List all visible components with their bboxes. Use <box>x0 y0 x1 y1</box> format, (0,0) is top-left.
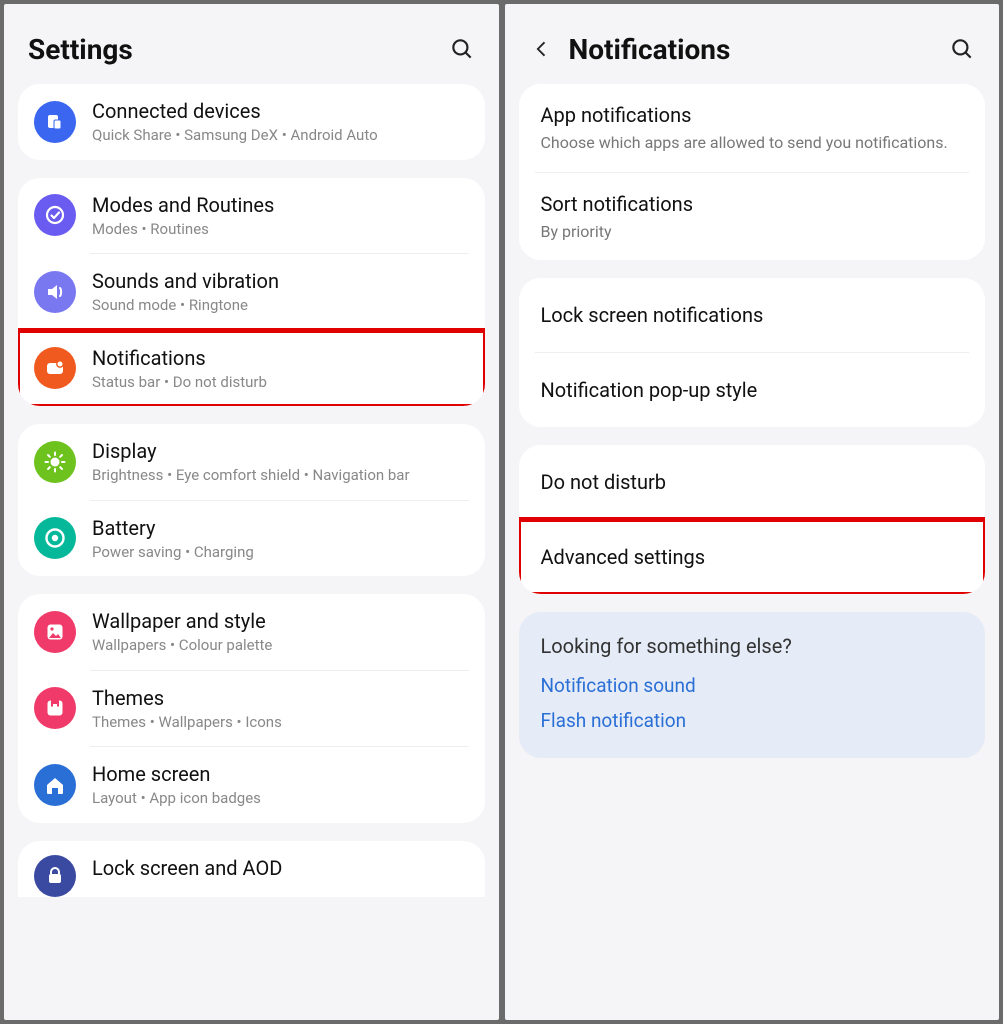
item-title: Lock screen notifications <box>541 302 964 328</box>
item-title: Notifications <box>92 345 469 371</box>
item-subtitle: Modes • Routines <box>92 220 469 240</box>
notifications-group: Do not disturb Advanced settings <box>519 445 986 594</box>
settings-item-lock-screen-and-aod[interactable]: Lock screen and AOD <box>18 841 485 897</box>
notifications-header: Notifications <box>505 4 1000 84</box>
battery-icon <box>34 517 76 559</box>
settings-item-display[interactable]: DisplayBrightness • Eye comfort shield •… <box>18 424 485 500</box>
settings-item-wallpaper-and-style[interactable]: Wallpaper and styleWallpapers • Colour p… <box>18 594 485 670</box>
item-title: Modes and Routines <box>92 192 469 218</box>
item-title: Wallpaper and style <box>92 608 469 634</box>
settings-item-sounds-and-vibration[interactable]: Sounds and vibrationSound mode • Rington… <box>18 254 485 330</box>
page-title: Settings <box>28 33 445 66</box>
notifications-group: App notifications Choose which apps are a… <box>519 84 986 260</box>
modes-routines-icon <box>34 194 76 236</box>
notif-item-app-notifications[interactable]: App notifications Choose which apps are a… <box>519 84 986 172</box>
item-title: Sounds and vibration <box>92 268 469 294</box>
item-title: Notification pop-up style <box>541 377 964 403</box>
settings-group: Connected devicesQuick Share • Samsung D… <box>18 84 485 160</box>
link-notification-sound[interactable]: Notification sound <box>541 674 964 697</box>
settings-item-modes-and-routines[interactable]: Modes and RoutinesModes • Routines <box>18 178 485 254</box>
item-subtitle: Wallpapers • Colour palette <box>92 636 469 656</box>
looking-for-heading: Looking for something else? <box>541 634 964 658</box>
wallpaper-icon <box>34 611 76 653</box>
notif-item-notification-pop-up-style[interactable]: Notification pop-up style <box>519 353 986 427</box>
connected-devices-icon <box>34 101 76 143</box>
notifications-panel: Notifications App notifications Choose wh… <box>505 4 1000 1020</box>
search-icon[interactable] <box>945 32 979 66</box>
item-title: Battery <box>92 515 469 541</box>
settings-group: Wallpaper and styleWallpapers • Colour p… <box>18 594 485 823</box>
home-icon <box>34 764 76 806</box>
settings-group: Lock screen and AOD <box>18 841 485 897</box>
notif-item-advanced-settings[interactable]: Advanced settings <box>519 520 986 594</box>
notifications-icon <box>34 347 76 389</box>
themes-icon <box>34 687 76 729</box>
lockscreen-icon <box>34 855 76 897</box>
settings-item-battery[interactable]: BatteryPower saving • Charging <box>18 501 485 577</box>
item-subtitle: Sound mode • Ringtone <box>92 296 469 316</box>
notif-item-lock-screen-notifications[interactable]: Lock screen notifications <box>519 278 986 352</box>
sounds-icon <box>34 271 76 313</box>
settings-item-themes[interactable]: ThemesThemes • Wallpapers • Icons <box>18 671 485 747</box>
looking-for-card: Looking for something else? Notification… <box>519 612 986 758</box>
settings-header: Settings <box>4 4 499 84</box>
item-subtitle: Brightness • Eye comfort shield • Naviga… <box>92 466 469 486</box>
item-subtitle: Status bar • Do not disturb <box>92 373 469 393</box>
settings-group: Modes and RoutinesModes • RoutinesSounds… <box>18 178 485 407</box>
item-subtitle: Power saving • Charging <box>92 543 469 563</box>
item-subtitle: Quick Share • Samsung DeX • Android Auto <box>92 126 469 146</box>
link-flash-notification[interactable]: Flash notification <box>541 709 964 732</box>
item-title: Lock screen and AOD <box>92 855 469 881</box>
item-title: Connected devices <box>92 98 469 124</box>
settings-item-home-screen[interactable]: Home screenLayout • App icon badges <box>18 747 485 823</box>
settings-item-connected-devices[interactable]: Connected devicesQuick Share • Samsung D… <box>18 84 485 160</box>
item-title: Home screen <box>92 761 469 787</box>
item-subtitle: Themes • Wallpapers • Icons <box>92 713 469 733</box>
item-title: Sort notifications <box>541 191 964 217</box>
page-title: Notifications <box>569 33 946 66</box>
back-icon[interactable] <box>529 36 555 62</box>
item-subtitle: Layout • App icon badges <box>92 789 469 809</box>
notif-item-sort-notifications[interactable]: Sort notifications By priority <box>519 173 986 261</box>
item-subtitle: Choose which apps are allowed to send yo… <box>541 132 964 154</box>
search-icon[interactable] <box>445 32 479 66</box>
notif-item-do-not-disturb[interactable]: Do not disturb <box>519 445 986 519</box>
item-title: Themes <box>92 685 469 711</box>
settings-item-notifications[interactable]: NotificationsStatus bar • Do not disturb <box>18 331 485 407</box>
settings-panel: Settings Connected devicesQuick Share • … <box>4 4 499 1020</box>
item-title: Do not disturb <box>541 469 964 495</box>
item-title: Display <box>92 438 469 464</box>
notifications-group: Lock screen notifications Notification po… <box>519 278 986 427</box>
item-title: Advanced settings <box>541 544 964 570</box>
display-icon <box>34 441 76 483</box>
settings-group: DisplayBrightness • Eye comfort shield •… <box>18 424 485 576</box>
item-title: App notifications <box>541 102 964 128</box>
item-subtitle: By priority <box>541 221 964 243</box>
